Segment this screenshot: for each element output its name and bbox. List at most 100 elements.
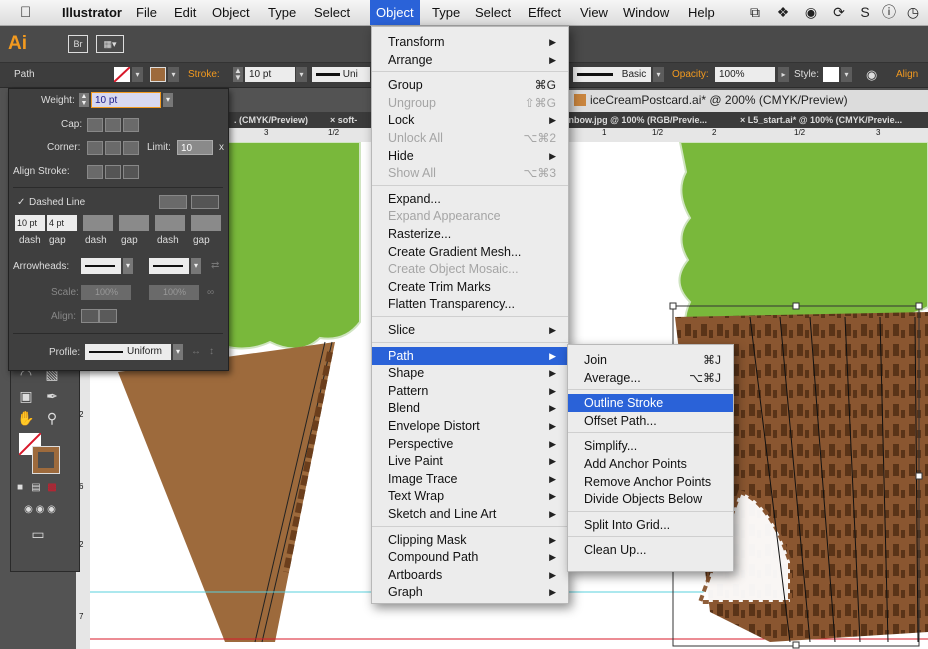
window-icon[interactable]: ⧉ [746, 3, 764, 21]
dashed-line-checkbox[interactable]: ✓ [17, 197, 25, 208]
weight-field[interactable]: 10 pt [91, 92, 161, 108]
align-inside-button[interactable] [105, 165, 121, 179]
align-outside-button[interactable] [123, 165, 139, 179]
screen-mode-icon[interactable]: ▭ [27, 525, 49, 543]
round-join-button[interactable] [105, 141, 121, 155]
menu-select[interactable]: Select [469, 0, 517, 25]
menu-item-arrange[interactable]: Arrange ▶ [372, 51, 568, 69]
menu-window[interactable]: Window [617, 0, 675, 25]
fill-swatch[interactable] [113, 66, 131, 83]
menu-item-blend[interactable]: Blend ▶ [372, 399, 568, 417]
arrow-tip-place-button[interactable] [99, 309, 117, 323]
tab-l5-start[interactable]: × L5_start.ai* @ 100% (CMYK/Previe... [740, 112, 902, 128]
align-link[interactable]: Align [896, 63, 918, 87]
gap-3-field[interactable] [191, 215, 221, 231]
link-scale-icon[interactable]: ∞ [207, 287, 214, 298]
start-arrowhead-select[interactable] [81, 258, 121, 274]
menu-item-simplify[interactable]: Simplify... [568, 437, 733, 455]
menu-file[interactable]: File [130, 0, 163, 25]
menu-type-bg[interactable]: Type [262, 0, 302, 25]
menu-item-rasterize[interactable]: Rasterize... [372, 225, 568, 243]
zoom-tool-icon[interactable]: ⚲ [41, 409, 63, 427]
menu-item-divide-objects-below[interactable]: Divide Objects Below [568, 490, 733, 508]
start-scale-field[interactable]: 100% [81, 285, 131, 300]
menu-help[interactable]: Help [682, 0, 721, 25]
menu-item-artboards[interactable]: Artboards ▶ [372, 566, 568, 584]
flip-along-icon[interactable]: ↔ [191, 346, 201, 357]
menu-item-envelope-distort[interactable]: Envelope Distort ▶ [372, 417, 568, 435]
menu-item-graph[interactable]: Graph ▶ [372, 583, 568, 601]
stroke-weight-dropdown[interactable]: ▾ [296, 67, 307, 82]
projecting-cap-button[interactable] [123, 118, 139, 132]
gap-2-field[interactable] [119, 215, 149, 231]
profile-dropdown[interactable]: ▾ [173, 344, 183, 360]
brush-definition[interactable]: Basic [573, 67, 651, 82]
gap-1-field[interactable]: 4 pt [47, 215, 77, 231]
eyedropper-tool-icon[interactable]: ✒ [41, 387, 63, 405]
menu-item-live-paint[interactable]: Live Paint ▶ [372, 452, 568, 470]
stroke-weight-field[interactable]: 10 pt [245, 67, 295, 82]
menu-object[interactable]: Object [370, 0, 420, 25]
menu-item-remove-anchor-points[interactable]: Remove Anchor Points [568, 473, 733, 491]
menu-app-name[interactable]: Illustrator [56, 0, 128, 25]
butt-cap-button[interactable] [87, 118, 103, 132]
apple-icon[interactable]:  [14, 0, 37, 25]
arrange-documents-button[interactable]: ▦▾ [96, 35, 124, 53]
menu-item-create-trim-marks[interactable]: Create Trim Marks [372, 278, 568, 296]
gradient-mode-icon[interactable]: ▤ [29, 479, 43, 497]
weight-stepper[interactable]: ▲ ▼ [79, 93, 89, 107]
limit-field[interactable]: 10 [177, 140, 213, 155]
menu-item-group[interactable]: Group ⌘G [372, 76, 568, 94]
menu-item-hide[interactable]: Hide ▶ [372, 147, 568, 165]
menu-item-lock[interactable]: Lock ▶ [372, 111, 568, 129]
artboard-tool-icon[interactable]: ▣ [15, 387, 37, 405]
menu-edit[interactable]: Edit [168, 0, 202, 25]
variable-width-profile[interactable]: Uni [312, 67, 370, 82]
menu-item-shape[interactable]: Shape ▶ [372, 364, 568, 382]
menu-effect[interactable]: Effect [522, 0, 567, 25]
dash-3-field[interactable] [155, 215, 185, 231]
miter-join-button[interactable] [87, 141, 103, 155]
end-arrowhead-select[interactable] [149, 258, 189, 274]
hand-tool-icon[interactable]: ✋ [15, 409, 37, 427]
tab-rainbow[interactable]: inbow.jpg @ 100% (RGB/Previe... [566, 112, 707, 128]
end-scale-field[interactable]: 100% [149, 285, 199, 300]
opacity-link[interactable]: Opacity: [672, 63, 709, 87]
align-center-button[interactable] [87, 165, 103, 179]
flip-across-icon[interactable]: ↕ [209, 346, 214, 357]
preserve-dash-button[interactable] [159, 195, 187, 209]
graphic-style-swatch[interactable] [823, 67, 839, 82]
tab-soft[interactable]: × soft- [330, 112, 357, 128]
stroke-weight-stepper[interactable]: ▲ ▼ [233, 67, 243, 82]
align-dash-button[interactable] [191, 195, 219, 209]
fill-dropdown[interactable]: ▾ [132, 67, 143, 82]
opacity-dropdown[interactable]: ▸ [778, 67, 789, 82]
menu-item-offset-path[interactable]: Offset Path... [568, 412, 733, 430]
menu-item-expand[interactable]: Expand... [372, 190, 568, 208]
menu-item-slice[interactable]: Slice ▶ [372, 321, 568, 339]
style-dropdown[interactable]: ▾ [841, 67, 852, 82]
draw-mode-icons[interactable]: ◉ ◉ ◉ [15, 501, 65, 519]
recolor-icon[interactable]: ◉ [866, 63, 877, 87]
start-arrowhead-dropdown[interactable]: ▾ [123, 258, 133, 274]
info-icon[interactable]: ⓘ [880, 3, 898, 21]
menu-item-average[interactable]: Average... ⌥⌘J [568, 369, 733, 387]
menu-item-pattern[interactable]: Pattern ▶ [372, 382, 568, 400]
menu-item-clipping-mask[interactable]: Clipping Mask ▶ [372, 531, 568, 549]
opacity-field[interactable]: 100% [715, 67, 775, 82]
none-mode-icon[interactable]: ▩ [45, 479, 59, 497]
menu-view[interactable]: View [574, 0, 614, 25]
menu-item-create-gradient-mesh[interactable]: Create Gradient Mesh... [372, 243, 568, 261]
menu-item-compound-path[interactable]: Compound Path ▶ [372, 548, 568, 566]
swap-arrowheads-icon[interactable]: ⇄ [211, 260, 219, 271]
menu-item-image-trace[interactable]: Image Trace ▶ [372, 470, 568, 488]
dollar-icon[interactable]: S [856, 3, 874, 21]
round-cap-button[interactable] [105, 118, 121, 132]
stroke-swatch[interactable] [150, 67, 166, 82]
dash-1-field[interactable]: 10 pt [15, 215, 45, 231]
menu-item-path[interactable]: Path ▶ [372, 346, 568, 365]
menu-item-sketch-and-line-art[interactable]: Sketch and Line Art ▶ [372, 505, 568, 523]
menu-item-outline-stroke[interactable]: Outline Stroke [568, 394, 733, 413]
end-arrowhead-dropdown[interactable]: ▾ [191, 258, 201, 274]
menu-item-text-wrap[interactable]: Text Wrap ▶ [372, 487, 568, 505]
